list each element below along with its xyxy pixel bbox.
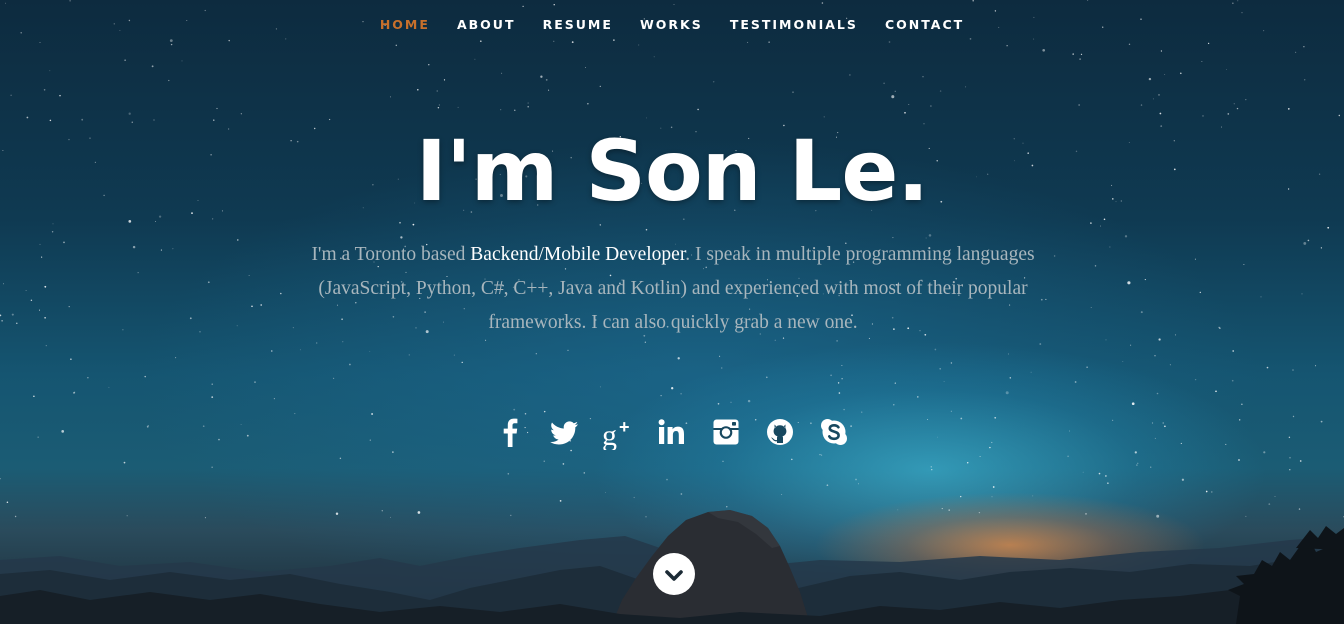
- social-links: g +: [0, 414, 1344, 450]
- instagram-icon: [713, 419, 739, 445]
- svg-text:g: g: [602, 419, 617, 450]
- twitter-icon: [550, 421, 578, 445]
- nav-testimonials[interactable]: TESTIMONIALS: [730, 17, 858, 32]
- github-link[interactable]: [763, 414, 797, 450]
- nav-home[interactable]: HOME: [380, 17, 430, 32]
- instagram-link[interactable]: [709, 414, 743, 450]
- facebook-icon: [503, 418, 518, 447]
- hero-title: I'm Son Le.: [415, 122, 929, 220]
- intro-text-before: I'm a Toronto based: [311, 244, 471, 265]
- hero-intro: I'm a Toronto based Backend/Mobile Devel…: [310, 238, 1036, 340]
- svg-text:+: +: [619, 417, 630, 437]
- nav-contact[interactable]: CONTACT: [885, 17, 964, 32]
- linkedin-icon: [658, 419, 684, 444]
- nav-resume[interactable]: RESUME: [543, 17, 613, 32]
- skype-link[interactable]: [817, 414, 851, 450]
- github-icon: [767, 419, 793, 445]
- main-nav: HOME ABOUT RESUME WORKS TESTIMONIALS CON…: [0, 14, 1344, 33]
- linkedin-link[interactable]: [655, 414, 689, 450]
- skype-icon: [821, 419, 847, 445]
- facebook-link[interactable]: [493, 414, 527, 450]
- google-plus-link[interactable]: g +: [601, 414, 635, 450]
- google-plus-icon: g +: [602, 417, 630, 450]
- scroll-down-button[interactable]: [653, 553, 695, 595]
- intro-role: Backend/Mobile Developer: [470, 244, 686, 265]
- nav-about[interactable]: ABOUT: [457, 17, 516, 32]
- chevron-down-icon: [665, 570, 683, 581]
- twitter-link[interactable]: [547, 414, 581, 450]
- nav-works[interactable]: WORKS: [640, 17, 703, 32]
